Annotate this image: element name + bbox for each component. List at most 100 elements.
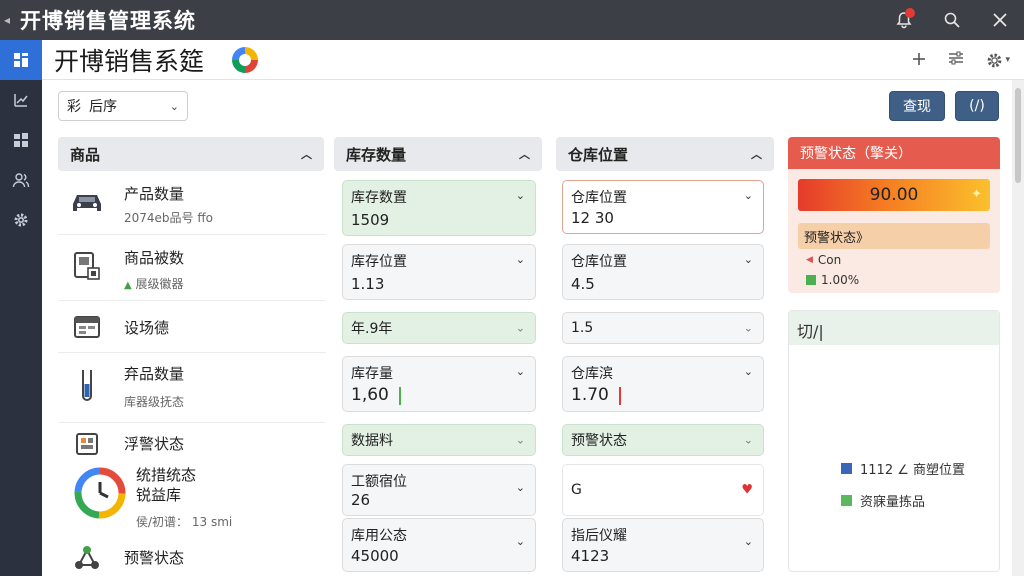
- cell-label: 仓库位置: [571, 190, 627, 206]
- chevron-down-icon: ⌄: [743, 433, 753, 447]
- quantity-dropdown[interactable]: 年.9年 ⌄: [342, 312, 536, 344]
- calendar-icon: [70, 310, 104, 344]
- product-name: 设场德: [124, 319, 170, 337]
- cell-value: 26: [351, 491, 371, 509]
- product-sub-text: 展级徽器: [135, 277, 184, 291]
- alert-panel-header[interactable]: 预警状态（擎关）: [788, 137, 1000, 169]
- text-cursor: [399, 387, 401, 405]
- product-row[interactable]: 设场德: [58, 301, 326, 353]
- sidebar: [0, 40, 42, 576]
- location-dropdown[interactable]: 仓库位置 12 30 ⌄: [562, 180, 764, 234]
- settings-gear-icon[interactable]: [0, 200, 42, 240]
- product-row[interactable]: 商品被数 ▲ 展级徽器: [58, 235, 326, 301]
- up-triangle-icon: ▲: [124, 280, 132, 291]
- heart-icon[interactable]: ♥: [741, 483, 753, 498]
- test-tube-icon: [70, 369, 104, 403]
- quantity-input[interactable]: 库存量 1,60 ⌄: [342, 356, 536, 412]
- back-icon[interactable]: ◂: [4, 13, 20, 27]
- chevron-down-icon: ⌄: [515, 321, 525, 335]
- search-icon[interactable]: [928, 0, 976, 40]
- cell-value: 1.70: [571, 385, 609, 405]
- product-name: 弃品数量: [124, 365, 185, 383]
- alert-level-bar[interactable]: 90.00 ✦: [798, 179, 990, 211]
- chart-panel-title: 切/|: [789, 311, 999, 345]
- chevron-up-icon: ︿: [301, 148, 312, 161]
- cell-label: 库存量: [351, 366, 393, 382]
- cell-label: 库存位置: [351, 254, 407, 270]
- product-row[interactable]: 产品数量 2074eb品号 ffo: [58, 171, 326, 235]
- sort-select-value: 后序: [89, 99, 117, 115]
- product-name: 商品被数: [124, 249, 185, 267]
- product-name: 浮警状态: [124, 435, 185, 453]
- chevron-down-icon: ⌄: [515, 481, 525, 494]
- location-dropdown[interactable]: 仓库位置 4.5 ⌄: [562, 244, 764, 300]
- product-row[interactable]: 预警状态: [58, 537, 326, 575]
- product-sub: 库器级抚态: [124, 395, 185, 409]
- product-row[interactable]: 弃品数量 库器级抚态: [58, 353, 326, 423]
- main-panel: 彩 后序 ⌄ 查现 (/) 商品 ︿ 库存数量 ︿ 仓库位置 ︿ 产品数量 2074e…: [42, 80, 1012, 576]
- dashboard-icon[interactable]: [0, 40, 42, 80]
- column-header-location[interactable]: 仓库位置 ︿: [556, 137, 774, 171]
- location-dropdown[interactable]: 1.5 ⌄: [562, 312, 764, 344]
- alert-legend-text: 1.00%: [821, 273, 860, 287]
- app-logo-icon: [232, 46, 259, 73]
- product-row[interactable]: 统措统态 锐益库 侯/初谱： 13 smi: [58, 461, 326, 537]
- cell-value: 4.5: [571, 275, 595, 293]
- text-cursor: [619, 387, 621, 405]
- product-row[interactable]: 浮警状态: [58, 423, 326, 459]
- quantity-dropdown[interactable]: 工额宿位 26 ⌄: [342, 464, 536, 516]
- cell-value: 45000: [351, 547, 399, 565]
- scrollbar-thumb[interactable]: [1015, 88, 1021, 183]
- window-title: 开博销售管理系统: [20, 9, 196, 33]
- app-title: 开博销售系筵: [54, 46, 205, 76]
- chevron-down-icon: ⌄: [515, 433, 525, 447]
- modules-icon[interactable]: [0, 120, 42, 160]
- legend-swatch: [806, 275, 816, 285]
- scanner-icon: [70, 249, 104, 283]
- column-header-quantity[interactable]: 库存数量 ︿: [334, 137, 542, 171]
- close-icon[interactable]: [976, 0, 1024, 40]
- location-input[interactable]: 仓库滨 1.70 ⌄: [562, 356, 764, 412]
- chevron-down-icon: ⌄: [743, 321, 753, 335]
- cell-label: G: [571, 482, 582, 498]
- legend-swatch: [841, 495, 852, 506]
- chevron-up-icon: ︿: [519, 148, 530, 161]
- location-dropdown[interactable]: 指后仪耀 4123 ⌄: [562, 518, 764, 572]
- cell-label: 预警状态: [571, 433, 627, 449]
- sort-select[interactable]: 彩 后序 ⌄: [58, 91, 188, 121]
- vertical-scrollbar[interactable]: [1012, 80, 1024, 576]
- users-icon[interactable]: [0, 160, 42, 200]
- settings-dropdown-icon[interactable]: ▾: [986, 52, 1010, 69]
- chart-legend-item: 资寐量拣品: [841, 491, 925, 510]
- add-icon[interactable]: [912, 50, 926, 71]
- quantity-dropdown[interactable]: 库用公态 45000 ⌄: [342, 518, 536, 572]
- clock-icon: [72, 465, 128, 521]
- quantity-dropdown[interactable]: 数据料 ⌄: [342, 424, 536, 456]
- alert-subheader: 预警状态》: [798, 223, 990, 249]
- notification-bell-icon[interactable]: [880, 0, 928, 40]
- chevron-down-icon: ⌄: [743, 189, 753, 202]
- secondary-button[interactable]: (/): [955, 91, 999, 121]
- alert-legend-item: ◀ Con: [806, 253, 841, 267]
- chevron-down-icon: ⌄: [743, 253, 753, 266]
- chart-legend-item: 1112 ∠ 商塑位置: [841, 459, 965, 478]
- query-button[interactable]: 查现: [889, 91, 945, 121]
- chart-icon[interactable]: [0, 80, 42, 120]
- location-field[interactable]: G ♥: [562, 464, 764, 516]
- cell-value: 12 30: [571, 209, 614, 227]
- column-header-label: 仓库位置: [568, 145, 629, 164]
- cell-label: 指后仪耀: [571, 528, 627, 544]
- column-header-product[interactable]: 商品 ︿: [58, 137, 324, 171]
- quantity-dropdown[interactable]: 库存位置 1.13 ⌄: [342, 244, 536, 300]
- product-name: 预警状态: [124, 549, 185, 567]
- spark-icon: ✦: [971, 187, 982, 202]
- chevron-up-icon: ︿: [751, 148, 762, 161]
- quantity-dropdown[interactable]: 库存数置 1509 ⌄: [342, 180, 536, 236]
- alert-panel: 预警状态（擎关） 90.00 ✦ 预警状态》 ◀ Con 1.00%: [788, 137, 1000, 293]
- filter-sliders-icon[interactable]: [948, 50, 964, 71]
- app-header: 开博销售系筵 ▾: [42, 40, 1024, 80]
- chevron-down-icon: ⌄: [743, 365, 753, 378]
- chevron-down-icon: ⌄: [515, 253, 525, 266]
- car-icon: [70, 185, 104, 219]
- location-dropdown[interactable]: 预警状态 ⌄: [562, 424, 764, 456]
